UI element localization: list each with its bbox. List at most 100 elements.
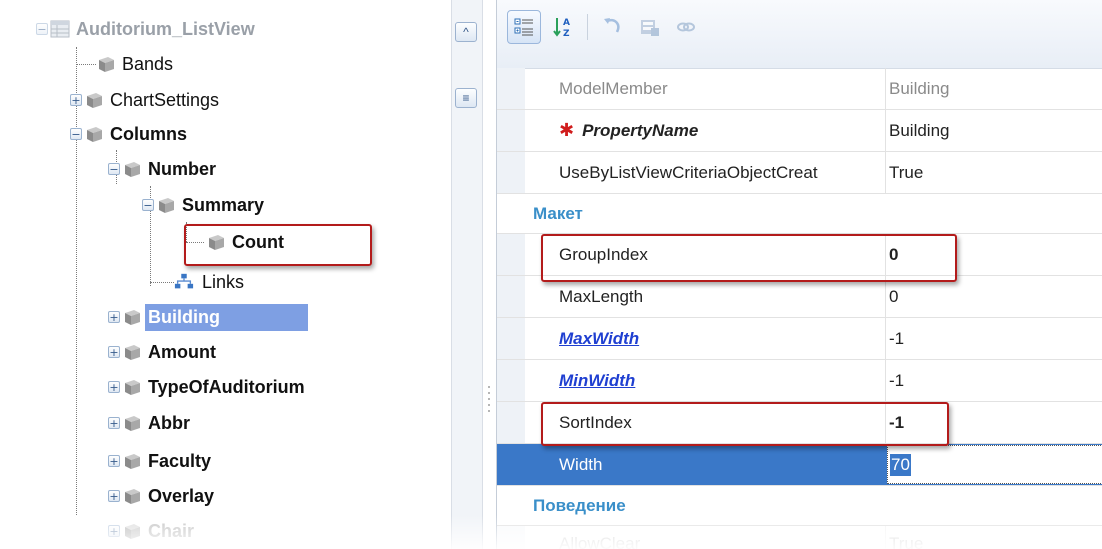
property-value[interactable]: -1 xyxy=(889,360,904,401)
tree-node-type-of-auditorium[interactable]: + TypeOfAuditorium xyxy=(108,370,305,404)
tree-scrollbar[interactable]: ^ ≡ xyxy=(451,0,483,549)
row-gutter xyxy=(497,234,525,275)
svg-text:Z: Z xyxy=(563,29,570,39)
tree-node-number[interactable]: − Number xyxy=(108,152,216,186)
tree-node-label: Abbr xyxy=(148,412,190,433)
property-row-property-name[interactable]: ✱ PropertyName Building xyxy=(497,110,1102,152)
expand-icon[interactable]: + xyxy=(70,94,82,106)
tree-node-overlay[interactable]: + Overlay xyxy=(108,479,214,513)
cube-icon xyxy=(122,159,142,179)
row-gutter xyxy=(497,152,525,193)
category-layout[interactable]: Макет xyxy=(497,194,1102,234)
reset-button[interactable] xyxy=(595,10,629,44)
tree-node-root[interactable]: − Auditorium_ListView xyxy=(36,12,255,46)
column-separator xyxy=(885,110,886,151)
expand-icon[interactable]: + xyxy=(108,455,120,467)
cube-icon xyxy=(122,413,142,433)
column-separator xyxy=(885,276,886,317)
expand-icon[interactable]: + xyxy=(108,490,120,502)
model-tree[interactable]: − Auditorium_ListView Bands + ChartSetti… xyxy=(0,0,450,549)
property-value[interactable]: 0 xyxy=(889,276,898,317)
property-name-link[interactable]: MaxWidth xyxy=(559,318,639,359)
cube-icon xyxy=(206,232,226,252)
collapse-icon[interactable]: − xyxy=(142,199,154,211)
cube-icon xyxy=(122,342,142,362)
expand-icon[interactable]: + xyxy=(108,346,120,358)
tree-node-label: Amount xyxy=(148,341,216,362)
tree-node-chart-settings[interactable]: + ChartSettings xyxy=(70,83,219,117)
expand-icon[interactable]: + xyxy=(108,311,120,323)
expand-icon[interactable]: + xyxy=(108,417,120,429)
tree-node-count[interactable]: Count xyxy=(206,225,284,259)
tree-node-links[interactable]: Links xyxy=(174,265,244,299)
tree-connector xyxy=(186,222,187,242)
property-row-allow-clear[interactable]: AllowClear True xyxy=(497,526,1102,549)
scroll-thumb[interactable]: ≡ xyxy=(455,88,477,108)
property-row-max-width[interactable]: MaxWidth -1 xyxy=(497,318,1102,360)
column-separator xyxy=(885,68,886,109)
property-row-sort-index[interactable]: SortIndex -1 xyxy=(497,402,1102,444)
toolbar-separator xyxy=(587,14,588,40)
property-name: Width xyxy=(559,454,603,474)
svg-text:A: A xyxy=(563,18,570,28)
property-value[interactable]: True xyxy=(889,152,923,193)
column-separator xyxy=(885,526,886,549)
localization-button[interactable] xyxy=(633,10,667,44)
column-separator xyxy=(885,360,886,401)
property-name: UseByListViewCriteriaObjectCreat xyxy=(559,162,818,182)
property-value[interactable]: 0 xyxy=(889,234,898,275)
tree-node-building[interactable]: + Building xyxy=(108,300,308,334)
alphabetical-sort-button[interactable]: AZ xyxy=(547,10,581,44)
tree-node-summary[interactable]: − Summary xyxy=(142,188,264,222)
cube-icon xyxy=(96,54,116,74)
property-name-link[interactable]: MinWidth xyxy=(559,360,635,401)
collapse-icon[interactable]: − xyxy=(36,23,48,35)
cube-icon xyxy=(122,486,142,506)
tree-node-chair[interactable]: + Chair xyxy=(108,514,194,548)
tree-node-amount[interactable]: + Amount xyxy=(108,335,216,369)
expand-icon[interactable]: + xyxy=(108,381,120,393)
property-row-model-member[interactable]: ModelMember Building xyxy=(497,68,1102,110)
required-asterisk-icon: ✱ xyxy=(559,120,575,141)
property-name: AllowClear xyxy=(559,534,641,549)
property-value[interactable]: Building xyxy=(889,110,950,151)
categorized-view-button[interactable] xyxy=(507,10,541,44)
property-row-min-width[interactable]: MinWidth -1 xyxy=(497,360,1102,402)
property-value[interactable]: Building xyxy=(889,68,950,109)
category-title: Макет xyxy=(533,203,583,223)
tree-node-label: Summary xyxy=(182,194,265,215)
property-value-selected[interactable]: 70 xyxy=(890,454,911,476)
tree-node-label-selected: Building xyxy=(145,303,308,331)
splitter-grip[interactable] xyxy=(488,386,491,420)
width-value-editor[interactable]: 70 xyxy=(887,445,1102,484)
tree-node-columns[interactable]: − Columns xyxy=(70,117,187,151)
collapse-icon[interactable]: − xyxy=(70,128,82,140)
tree-node-label: Count xyxy=(232,231,284,252)
expand-icon[interactable]: + xyxy=(108,525,120,537)
category-behavior[interactable]: Поведение xyxy=(497,486,1102,526)
property-row-group-index[interactable]: GroupIndex 0 xyxy=(497,234,1102,276)
row-gutter xyxy=(497,402,525,443)
sort-az-icon: AZ xyxy=(553,18,570,39)
collapse-icon[interactable]: − xyxy=(108,163,120,175)
property-row-max-length[interactable]: MaxLength 0 xyxy=(497,276,1102,318)
categorized-icon xyxy=(514,18,533,36)
tree-node-label: Overlay xyxy=(148,485,215,506)
property-row-width[interactable]: Width 70 xyxy=(497,444,1102,486)
tree-node-faculty[interactable]: + Faculty xyxy=(108,444,211,478)
property-row-use-by-listview[interactable]: UseByListViewCriteriaObjectCreat True xyxy=(497,152,1102,194)
link-button[interactable] xyxy=(669,10,703,44)
property-value[interactable]: True xyxy=(889,534,923,549)
cube-icon xyxy=(122,377,142,397)
listview-icon xyxy=(50,19,70,39)
property-value[interactable]: -1 xyxy=(889,318,904,359)
property-grid[interactable]: AZ ModelMember Building ✱ PropertyName B… xyxy=(496,0,1102,549)
tree-node-bands[interactable]: Bands xyxy=(96,47,173,81)
property-name: ModelMember xyxy=(559,78,668,98)
property-value[interactable]: -1 xyxy=(889,402,904,443)
tree-node-label: Bands xyxy=(122,53,174,74)
tree-node-label: Number xyxy=(148,158,217,179)
cube-icon xyxy=(122,307,142,327)
scroll-up-icon[interactable]: ^ xyxy=(455,22,477,42)
tree-node-abbr[interactable]: + Abbr xyxy=(108,406,190,440)
